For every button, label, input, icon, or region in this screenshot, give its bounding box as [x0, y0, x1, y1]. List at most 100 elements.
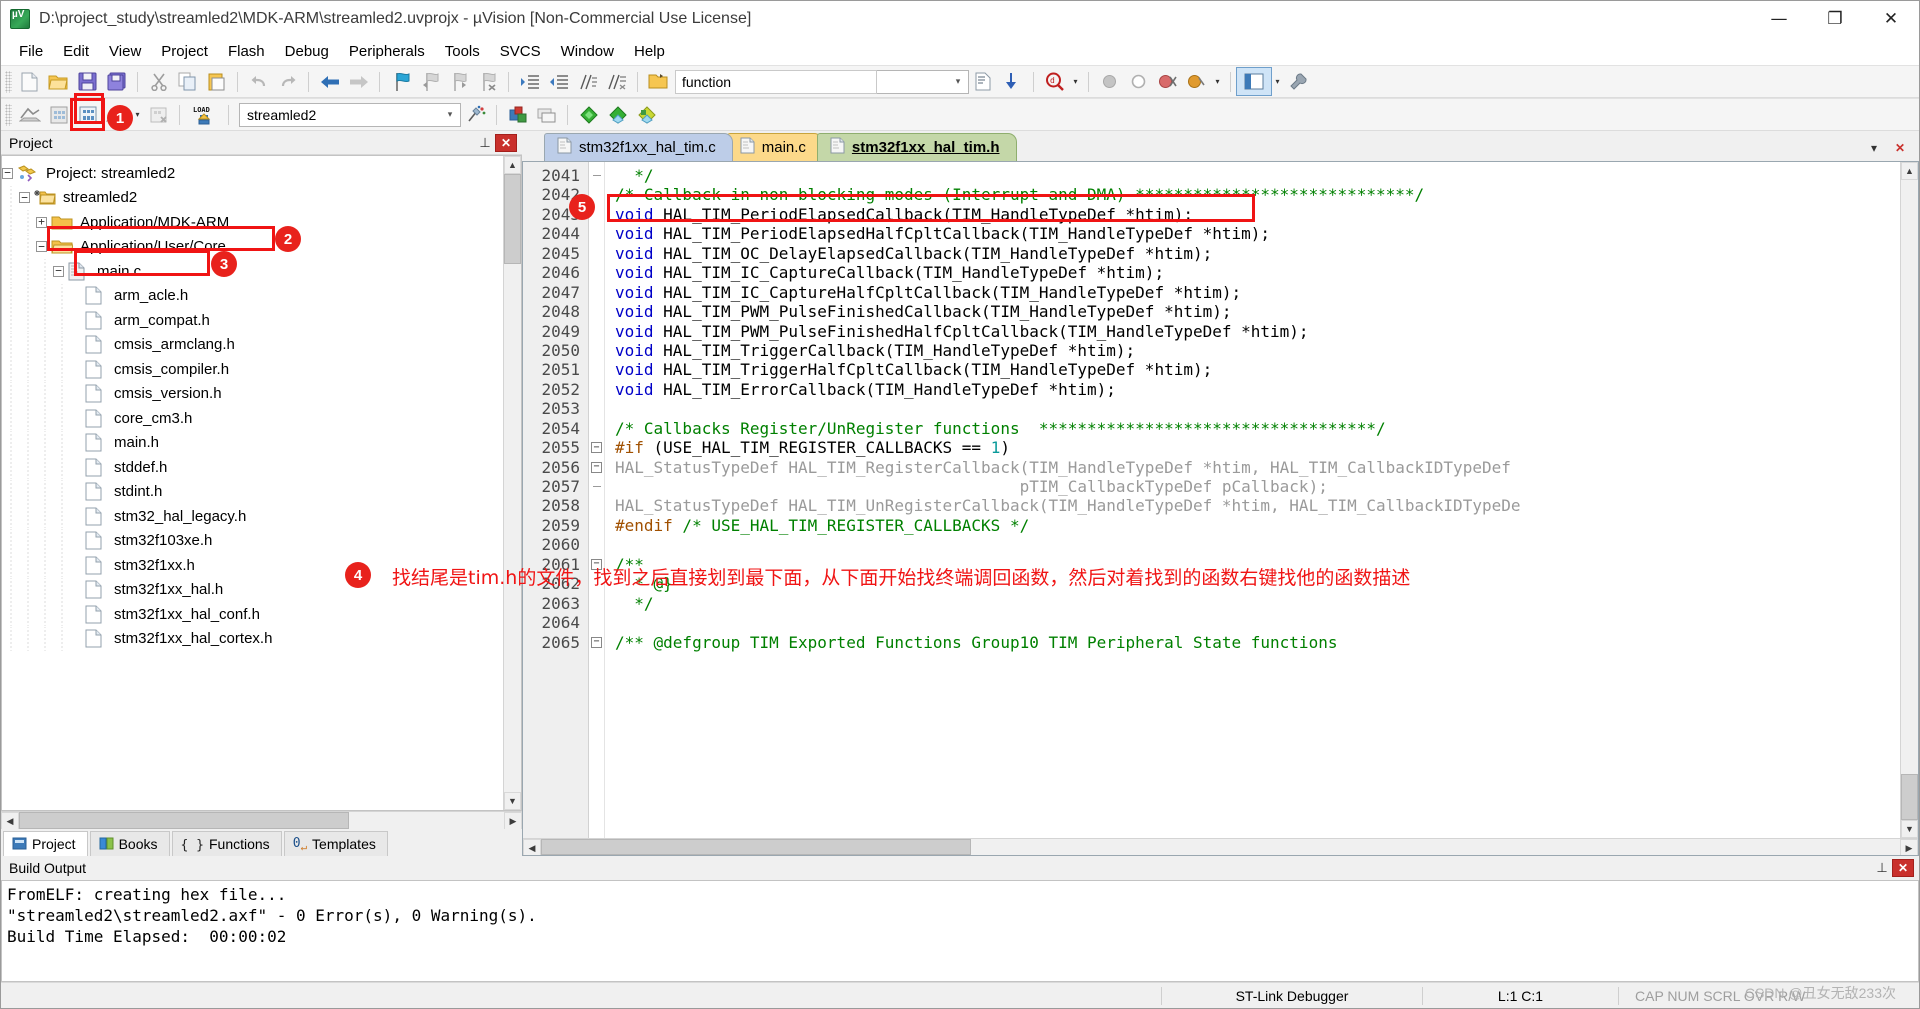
stop-build-button[interactable] — [144, 101, 173, 128]
code-line[interactable]: void HAL_TIM_IC_CaptureHalfCpltCallback(… — [615, 283, 1900, 302]
redo-button[interactable] — [273, 68, 302, 95]
panel-tab-books[interactable]: Books — [89, 831, 170, 856]
rebuild-all-button[interactable] — [70, 98, 105, 131]
prev-bookmark-button[interactable] — [415, 68, 444, 95]
pack-manager-button[interactable] — [632, 101, 661, 128]
function-combobox-arrow-wrap[interactable]: ▾ — [877, 69, 969, 94]
tree-item[interactable]: stdint.h — [2, 479, 503, 505]
code-line[interactable]: void HAL_TIM_PeriodElapsedHalfCpltCallba… — [615, 224, 1900, 243]
tree-toggle-icon[interactable]: − — [53, 265, 64, 277]
code-line[interactable]: void HAL_TIM_PWM_PulseFinishedCallback(T… — [615, 302, 1900, 321]
target-selector-combobox[interactable]: streamled2 ▾ — [239, 102, 461, 127]
code-line[interactable]: pTIM_CallbackTypeDef pCallback); — [615, 477, 1900, 496]
code-line[interactable]: /** @defgroup TIM Exported Functions Gro… — [615, 633, 1900, 652]
translate-file-button[interactable] — [15, 101, 44, 128]
hscroll-track[interactable] — [349, 812, 504, 829]
toolbar-grip[interactable] — [5, 70, 12, 93]
fold-collapse-icon[interactable]: − — [591, 461, 602, 473]
code-line[interactable]: /* Callback in non blocking modes (Inter… — [615, 185, 1900, 204]
fold-marker[interactable]: − — [589, 458, 604, 477]
build-target-button[interactable] — [44, 101, 73, 128]
tree-item[interactable]: stm32f1xx_hal_cortex.h — [2, 626, 503, 652]
code-line[interactable] — [615, 535, 1900, 554]
tree-toggle-icon[interactable]: − — [19, 192, 30, 204]
build-pin-icon[interactable]: ⊥ — [1872, 858, 1892, 878]
pack-installer-button[interactable] — [574, 101, 603, 128]
tree-item[interactable]: − Application/User/Core — [2, 234, 503, 260]
code-line[interactable]: void HAL_TIM_IC_CaptureCallback(TIM_Hand… — [615, 263, 1900, 282]
batch-build-dropdown-arrow-icon[interactable]: ▾ — [131, 101, 144, 128]
code-area[interactable]: 2041 2042 2043 2044 2045 2046 2047 2048 2049 2050… — [523, 162, 1900, 838]
save-button[interactable] — [73, 68, 102, 95]
vscroll-thumb[interactable] — [504, 174, 521, 264]
tree-toggle-icon[interactable]: − — [36, 241, 47, 253]
code-line[interactable]: /* Callbacks Register/UnRegister functio… — [615, 419, 1900, 438]
minimize-button[interactable]: — — [1751, 1, 1807, 37]
toggle-bookmark-button[interactable] — [386, 68, 415, 95]
code-line[interactable] — [615, 613, 1900, 632]
menu-svcs[interactable]: SVCS — [490, 40, 551, 63]
chevron-down-icon[interactable]: ▾ — [948, 71, 968, 93]
code-line[interactable]: */ — [615, 166, 1900, 185]
download-to-flash-button[interactable]: LOAD — [186, 101, 222, 128]
tree-item[interactable]: cmsis_version.h — [2, 381, 503, 407]
navigate-forward-button[interactable] — [344, 68, 373, 95]
project-tree-hscrollbar[interactable]: ◀ ▶ — [1, 811, 522, 830]
editor-scroll-right-arrow-icon[interactable]: ▶ — [1900, 839, 1918, 855]
code-line[interactable]: /** — [615, 555, 1900, 574]
editor-tab[interactable]: stm32f1xx_hal_tim.h — [816, 133, 1017, 161]
configure-toolbar-button[interactable] — [1284, 68, 1313, 95]
fold-marker[interactable]: − — [589, 633, 604, 652]
undo-button[interactable] — [244, 68, 273, 95]
select-software-packs-button[interactable] — [603, 101, 632, 128]
fold-marker[interactable]: − — [589, 438, 604, 457]
manage-runtime-environment-button[interactable] — [532, 101, 561, 128]
menu-file[interactable]: File — [9, 40, 53, 63]
menu-flash[interactable]: Flash — [218, 40, 275, 63]
code-line[interactable]: void HAL_TIM_PWM_PulseFinishedHalfCpltCa… — [615, 322, 1900, 341]
hscroll-thumb[interactable] — [19, 812, 349, 829]
tree-item[interactable]: stddef.h — [2, 455, 503, 480]
tree-item[interactable]: main.h — [2, 430, 503, 456]
tree-item[interactable]: − main.c — [2, 259, 503, 284]
fold-marker[interactable]: − — [589, 555, 604, 574]
project-tree-vscrollbar[interactable]: ▲ ▼ — [503, 156, 521, 810]
tree-item[interactable]: − streamled2 — [2, 185, 503, 211]
outdent-button[interactable] — [544, 68, 573, 95]
code-line[interactable] — [615, 399, 1900, 418]
tree-item[interactable]: arm_acle.h — [2, 283, 503, 309]
menu-view[interactable]: View — [99, 40, 151, 63]
editor-tab[interactable]: stm32f1xx_hal_tim.c — [544, 133, 733, 161]
find-dropdown-arrow-icon[interactable]: ▾ — [1069, 68, 1082, 95]
open-function-browser-icon[interactable] — [644, 68, 673, 95]
comment-button[interactable] — [573, 68, 602, 95]
code-line[interactable]: #if (USE_HAL_TIM_REGISTER_CALLBACKS == 1… — [615, 438, 1900, 457]
tree-toggle-icon[interactable]: + — [36, 216, 47, 228]
insert-file-button[interactable] — [969, 68, 998, 95]
scroll-right-arrow-icon[interactable]: ▶ — [504, 812, 522, 830]
tree-item[interactable]: stm32f1xx.h — [2, 553, 503, 578]
editor-scroll-down-arrow-icon[interactable]: ▼ — [1901, 820, 1918, 838]
clear-bookmarks-button[interactable] — [473, 68, 502, 95]
project-tree[interactable]: − Project: streamled2 − streamled2 + Applicat… — [2, 156, 503, 810]
code-line[interactable]: void HAL_TIM_PeriodElapsedCallback(TIM_H… — [615, 205, 1900, 224]
copy-button[interactable] — [173, 68, 202, 95]
tree-item[interactable]: stm32f103xe.h — [2, 528, 503, 554]
code-line[interactable]: HAL_StatusTypeDef HAL_TIM_RegisterCallba… — [615, 458, 1900, 477]
next-bookmark-button[interactable] — [444, 68, 473, 95]
tree-item[interactable]: stm32f1xx_hal_conf.h — [2, 602, 503, 627]
pin-icon[interactable]: ⊥ — [475, 133, 495, 153]
delete-breakpoints-button[interactable] — [1153, 68, 1182, 95]
batch-build-button[interactable] — [102, 101, 131, 128]
save-all-button[interactable] — [102, 68, 131, 95]
manage-project-items-button[interactable] — [461, 101, 490, 128]
scroll-up-arrow-icon[interactable]: ▲ — [504, 156, 521, 174]
build-close-icon[interactable]: ✕ — [1892, 859, 1914, 877]
code-line[interactable]: * @} — [615, 574, 1900, 593]
editor-tab[interactable]: main.c — [726, 133, 823, 161]
editor-vscroll-thumb[interactable] — [1901, 774, 1918, 820]
find-in-files-button[interactable]: d — [1040, 68, 1069, 95]
tree-item[interactable]: cmsis_compiler.h — [2, 357, 503, 382]
scroll-left-arrow-icon[interactable]: ◀ — [1, 812, 19, 830]
panel-tab-functions[interactable]: { } Functions — [171, 831, 282, 856]
